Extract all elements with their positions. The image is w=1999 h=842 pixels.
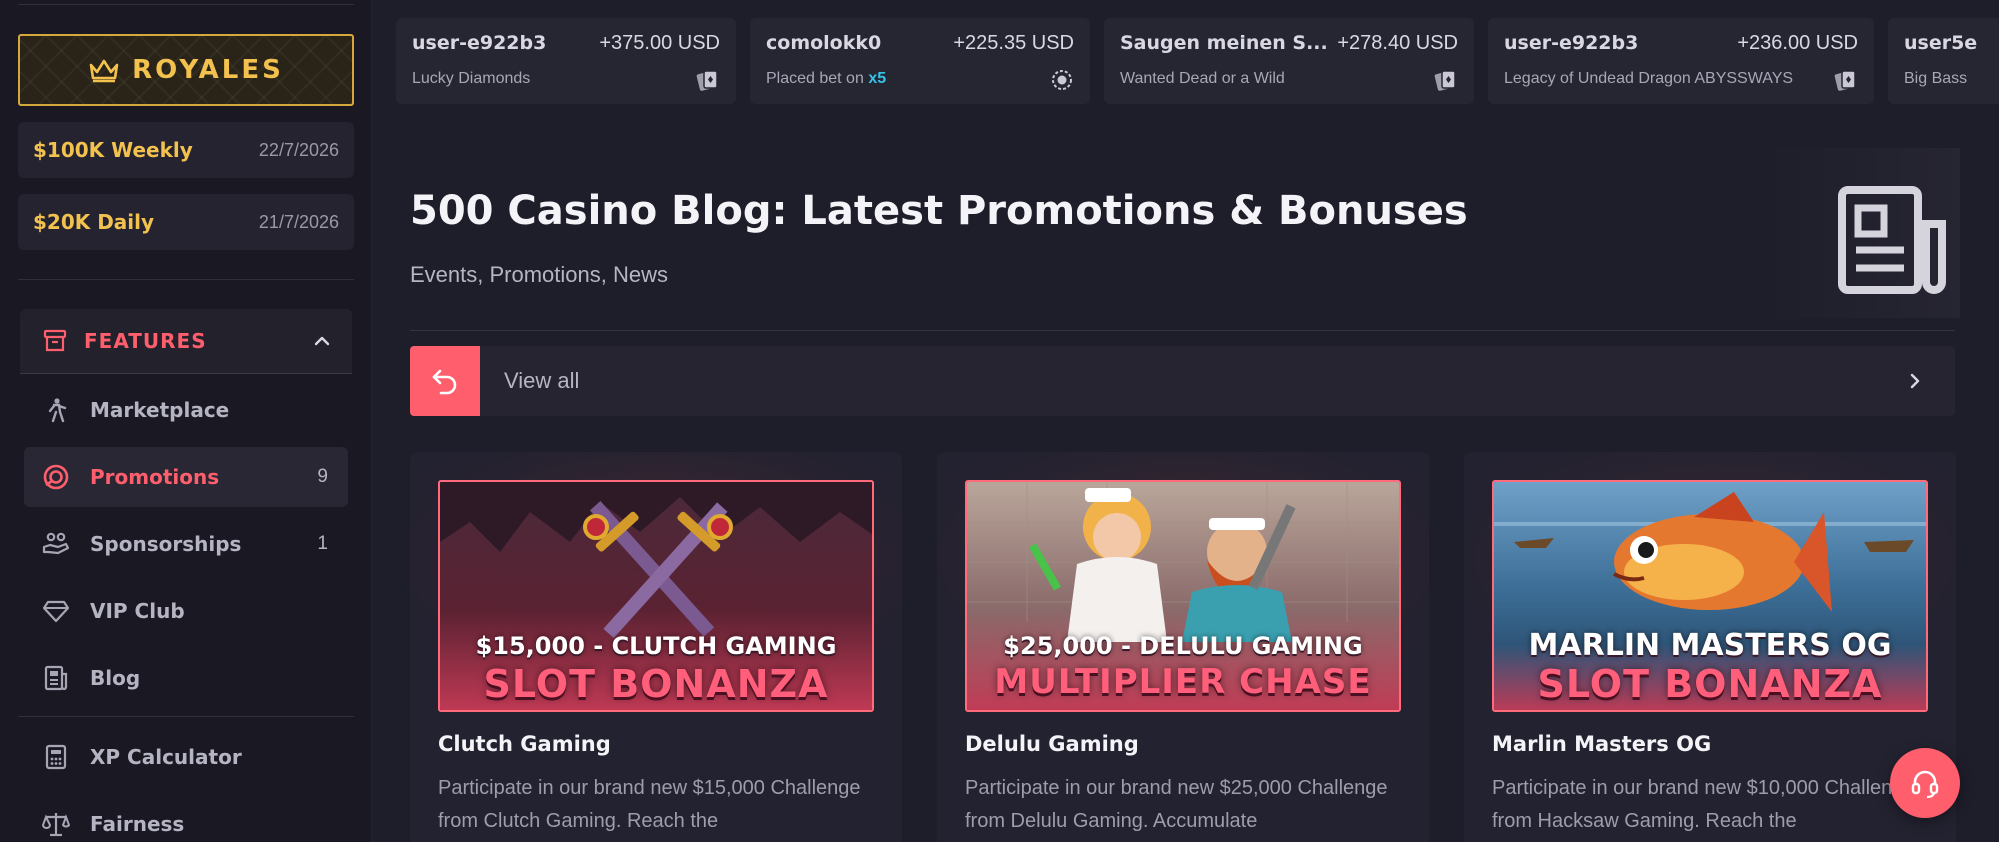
page-title: 500 Casino Blog: Latest Promotions & Bon…	[410, 188, 1468, 234]
ticker-user: user5e	[1904, 32, 1978, 54]
ticker-card[interactable]: Saugen meinen S... +278.40 USD Wanted De…	[1104, 18, 1474, 104]
chevron-up-icon[interactable]	[312, 331, 332, 351]
ticker-game: Wanted Dead or a Wild	[1120, 70, 1285, 87]
sidebar-item-label: Blog	[90, 666, 141, 690]
promo-banner[interactable]: MARLIN MASTERS OG SLOT BONANZA	[1492, 480, 1928, 712]
wheel-icon	[1052, 70, 1072, 90]
promotions-icon	[42, 463, 70, 491]
view-all-bar[interactable]: View all	[410, 346, 1955, 416]
race-name: $100K Weekly	[33, 138, 193, 162]
ticker-user: comolokk0	[766, 32, 882, 54]
ticker-amount: +278.40 USD	[1337, 32, 1458, 54]
chevron-right-icon[interactable]	[1905, 371, 1925, 391]
soldier-icon	[42, 396, 70, 424]
wins-ticker: user-e922b3 +375.00 USD Lucky Diamonds c…	[396, 18, 1999, 104]
race-date: 21/7/2026	[258, 211, 339, 232]
sidebar: ROYALES $100K Weekly 22/7/2026 $20K Dail…	[0, 0, 372, 842]
ticker-card[interactable]: user-e922b3 +375.00 USD Lucky Diamonds	[396, 18, 736, 104]
ticker-card[interactable]: user-e922b3 +236.00 USD Legacy of Undead…	[1488, 18, 1874, 104]
banner-line-1: $25,000 - DELULU GAMING	[1003, 632, 1363, 660]
royales-banner[interactable]: ROYALES	[18, 34, 354, 106]
ticker-user: Saugen meinen S...	[1120, 32, 1328, 54]
ticker-game: Big Bass	[1904, 70, 1968, 87]
divider	[18, 279, 354, 280]
sidebar-item-blog[interactable]: Blog	[24, 648, 348, 708]
card-description: Participate in our brand new $25,000 Cha…	[965, 777, 1388, 832]
undo-icon	[432, 369, 457, 395]
promo-banner[interactable]: $15,000 - CLUTCH GAMING SLOT BONANZA	[438, 480, 874, 712]
ticker-user: user-e922b3	[412, 32, 547, 54]
sidebar-item-label: VIP Club	[90, 599, 185, 623]
cards-icon	[1434, 70, 1456, 91]
promo-banner[interactable]: $25,000 - DELULU GAMING MULTIPLIER CHASE	[965, 480, 1401, 712]
banner-line-2: SLOT BONANZA	[1537, 662, 1883, 706]
ticker-game: Lucky Diamonds	[412, 70, 531, 87]
count-badge: 9	[317, 466, 328, 487]
sidebar-item-sponsorships[interactable]: Sponsorships 1	[24, 514, 348, 574]
sidebar-item-promotions[interactable]: Promotions 9	[24, 447, 348, 507]
ticker-amount: +225.35 USD	[953, 32, 1074, 54]
sidebar-item-label: Promotions	[90, 465, 220, 489]
support-button[interactable]	[1890, 748, 1960, 818]
divider	[18, 4, 354, 5]
sidebar-item-label: Marketplace	[90, 398, 230, 422]
divider	[410, 330, 1955, 331]
race-name: $20K Daily	[33, 210, 155, 234]
sidebar-item-marketplace[interactable]: Marketplace	[24, 380, 348, 440]
ticker-user: user-e922b3	[1504, 32, 1639, 54]
archive-icon	[43, 329, 67, 352]
banner-line-2: MULTIPLIER CHASE	[994, 662, 1372, 702]
sidebar-item-xp-calculator[interactable]: XP Calculator	[24, 727, 348, 787]
banner-line-2: SLOT BONANZA	[483, 662, 829, 706]
royales-label: ROYALES	[132, 55, 284, 85]
sidebar-item-label: XP Calculator	[90, 745, 242, 769]
card-title: Marlin Masters OG	[1492, 732, 1712, 756]
banner-line-1: MARLIN MASTERS OG	[1528, 628, 1892, 663]
multiplier-value: x5	[868, 70, 887, 87]
page-subtitle: Events, Promotions, News	[410, 262, 668, 287]
view-all-label: View all	[504, 368, 580, 393]
card-description: Participate in our brand new $10,000 Cha…	[1492, 777, 1915, 832]
features-header[interactable]: FEATURES	[20, 309, 352, 373]
race-date: 22/7/2026	[258, 139, 339, 160]
sidebar-item-label: Sponsorships	[90, 532, 242, 556]
ticker-card[interactable]: comolokk0 +225.35 USD Placed bet on x5	[750, 18, 1090, 104]
back-button[interactable]	[410, 346, 480, 416]
diamond-icon	[42, 597, 70, 625]
promo-card[interactable]: $15,000 - CLUTCH GAMING SLOT BONANZA Clu…	[410, 452, 902, 842]
handshake-icon	[42, 530, 70, 558]
calculator-icon	[42, 743, 70, 771]
cards-icon	[1834, 70, 1856, 91]
card-title: Delulu Gaming	[965, 732, 1139, 756]
card-title: Clutch Gaming	[438, 732, 611, 756]
ticker-game: Placed bet on x5	[766, 70, 887, 87]
race-weekly[interactable]: $100K Weekly 22/7/2026	[18, 122, 354, 178]
cards-icon	[696, 70, 718, 91]
sidebar-item-vip-club[interactable]: VIP Club	[24, 581, 348, 641]
ticker-game: Legacy of Undead Dragon ABYSSWAYS	[1504, 70, 1794, 87]
features-title: FEATURES	[84, 329, 207, 353]
card-description: Participate in our brand new $15,000 Cha…	[438, 777, 861, 832]
crown-icon	[89, 59, 119, 83]
race-daily[interactable]: $20K Daily 21/7/2026	[18, 194, 354, 250]
promo-card[interactable]: MARLIN MASTERS OG SLOT BONANZA Marlin Ma…	[1464, 452, 1956, 842]
sidebar-item-fairness[interactable]: Fairness	[24, 794, 348, 842]
divider	[20, 373, 352, 374]
headset-icon	[1911, 770, 1939, 799]
newspaper-icon	[42, 664, 70, 692]
newspaper-icon	[1838, 186, 1946, 294]
ticker-card[interactable]: user5e Big Bass	[1888, 18, 1999, 104]
divider	[18, 716, 354, 717]
promo-card[interactable]: $25,000 - DELULU GAMING MULTIPLIER CHASE…	[937, 452, 1429, 842]
count-badge: 1	[317, 533, 328, 554]
banner-line-1: $15,000 - CLUTCH GAMING	[475, 632, 837, 660]
scale-icon	[42, 810, 70, 838]
sidebar-item-label: Fairness	[90, 812, 185, 836]
ticker-amount: +236.00 USD	[1737, 32, 1858, 54]
ticker-amount: +375.00 USD	[599, 32, 720, 54]
